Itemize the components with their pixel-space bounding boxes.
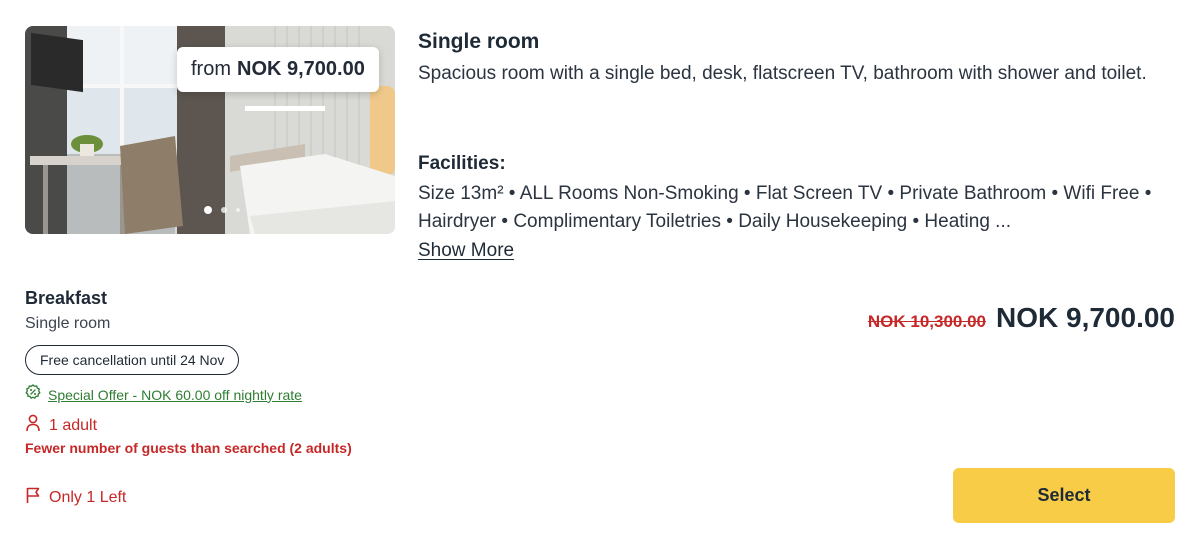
carousel-dot[interactable]: [236, 208, 240, 212]
rate-title: Breakfast: [25, 288, 108, 308]
special-offer-link[interactable]: Special Offer - NOK 60.00 off nightly ra…: [48, 387, 302, 403]
guest-count: 1 adult: [25, 414, 97, 437]
badge-percent-icon: [25, 384, 41, 405]
show-more-link[interactable]: Show More: [418, 240, 514, 262]
room-description: Spacious room with a single bed, desk, f…: [418, 63, 1147, 84]
price-badge: from NOK 9,700.00: [177, 47, 379, 92]
rate-room-type: Single room: [25, 315, 111, 332]
original-price: NOK 10,300.00: [867, 312, 986, 331]
price-row: NOK 10,300.00 NOK 9,700.00: [868, 302, 1175, 334]
person-icon: [25, 414, 41, 437]
availability: Only 1 Left: [25, 486, 126, 509]
select-button[interactable]: Select: [953, 468, 1175, 523]
room-title: Single room: [418, 30, 540, 53]
carousel-dots: [204, 206, 240, 214]
facilities-heading: Facilities:: [418, 153, 506, 174]
availability-text: Only 1 Left: [49, 488, 127, 506]
facilities-list: Size 13m² • ALL Rooms Non-Smoking • Flat…: [418, 183, 1152, 232]
cancellation-badge: Free cancellation until 24 Nov: [25, 345, 240, 375]
guest-warning: Fewer number of guests than searched (2 …: [25, 440, 352, 456]
guest-count-text: 1 adult: [49, 416, 98, 434]
special-offer[interactable]: Special Offer - NOK 60.00 off nightly ra…: [25, 384, 302, 405]
price-badge-amount: NOK 9,700.00: [237, 58, 365, 80]
carousel-dot[interactable]: [221, 207, 227, 213]
current-price: NOK 9,700.00: [996, 302, 1175, 333]
carousel-dot-active[interactable]: [204, 206, 212, 214]
price-badge-prefix: from: [191, 58, 231, 80]
flag-icon: [25, 486, 41, 509]
